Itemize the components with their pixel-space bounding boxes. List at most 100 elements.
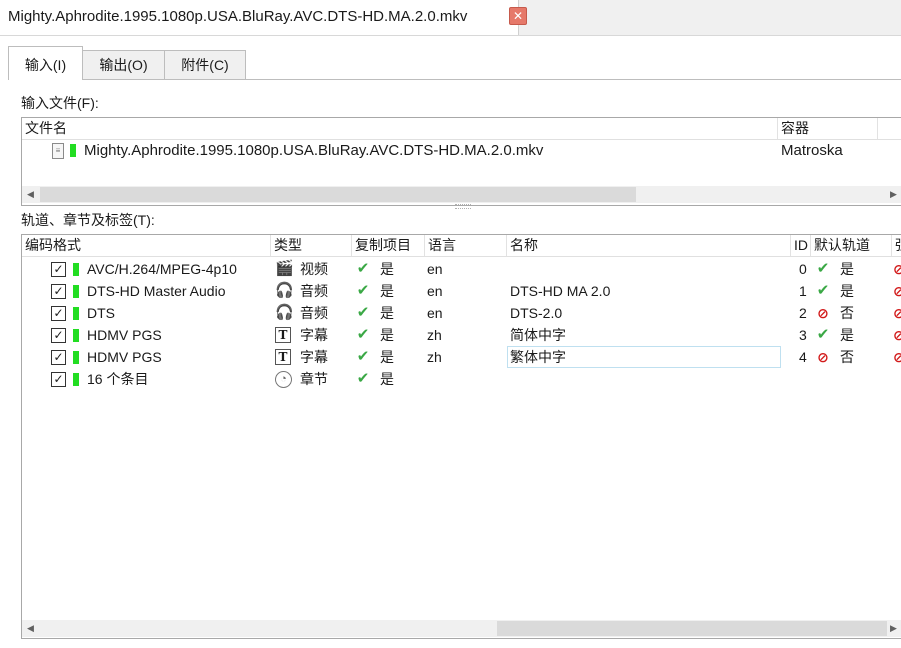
status-indicator: [73, 373, 79, 386]
track-name: DTS-HD MA 2.0: [510, 283, 611, 299]
track-type: 音频: [300, 305, 328, 321]
track-codec: HDMV PGS: [87, 327, 162, 343]
track-id: 3: [799, 327, 807, 343]
status-indicator: [73, 263, 79, 276]
status-indicator: [73, 351, 79, 364]
track-row[interactable]: [22, 368, 900, 390]
prohibited-icon: ⊘: [893, 261, 901, 277]
column-extra[interactable]: [878, 118, 901, 139]
track-codec: 16 个条目: [87, 371, 149, 387]
track-codec: HDMV PGS: [87, 349, 162, 365]
track-default: 否: [840, 349, 854, 365]
check-icon: ✔: [356, 348, 370, 365]
status-indicator: [73, 329, 79, 342]
track-checkbox[interactable]: ✓: [51, 262, 66, 277]
document-tab-title: Mighty.Aphrodite.1995.1080p.USA.BluRay.A…: [8, 8, 468, 25]
tracks-label: 轨道、章节及标签(T):: [21, 212, 155, 228]
track-type: 视频: [300, 261, 328, 277]
track-default: 是: [840, 283, 854, 299]
track-checkbox[interactable]: ✓: [51, 284, 66, 299]
film-icon: 🎬: [275, 260, 294, 277]
scrollbar-thumb[interactable]: [40, 187, 636, 202]
prohibited-icon: ⊘: [817, 305, 829, 321]
track-copy: 是: [380, 327, 394, 343]
check-icon: ✔: [356, 304, 370, 321]
track-codec: DTS: [87, 305, 115, 321]
splitter-grip[interactable]: [455, 204, 471, 209]
track-copy: 是: [380, 349, 394, 365]
scroll-right-icon[interactable]: ▶: [885, 186, 901, 203]
tab-input[interactable]: 输入(I): [8, 46, 83, 81]
check-icon: ✔: [356, 282, 370, 299]
track-codec: AVC/H.264/MPEG-4p10: [87, 261, 237, 277]
track-default: 否: [840, 305, 854, 321]
check-icon: ✔: [356, 260, 370, 277]
file-name: Mighty.Aphrodite.1995.1080p.USA.BluRay.A…: [84, 142, 544, 159]
tab-output-label: 输出(O): [99, 57, 148, 73]
prohibited-icon: ⊘: [817, 349, 829, 365]
track-copy: 是: [380, 283, 394, 299]
file-icon: ≡: [52, 143, 64, 159]
column-name[interactable]: 名称: [507, 235, 791, 256]
track-checkbox[interactable]: ✓: [51, 350, 66, 365]
file-row[interactable]: ≡ Mighty.Aphrodite.1995.1080p.USA.BluRay…: [22, 140, 901, 162]
column-language[interactable]: 语言: [425, 235, 507, 256]
status-indicator: [73, 307, 79, 320]
scrollbar-thumb[interactable]: [497, 621, 887, 636]
check-icon: ✔: [356, 326, 370, 343]
track-type: 字幕: [300, 349, 328, 365]
prohibited-icon: ⊘: [893, 327, 901, 343]
tab-attachments[interactable]: 附件(C): [164, 50, 246, 79]
check-icon: ✔: [816, 326, 830, 343]
track-type: 章节: [300, 371, 328, 387]
track-id: 1: [799, 283, 807, 299]
track-id: 0: [799, 261, 807, 277]
track-name: 简体中字: [510, 327, 566, 343]
track-language: en: [427, 305, 443, 321]
track-copy: 是: [380, 261, 394, 277]
close-icon[interactable]: ✕: [509, 7, 527, 25]
column-id[interactable]: ID: [791, 235, 811, 256]
document-tab[interactable]: Mighty.Aphrodite.1995.1080p.USA.BluRay.A…: [0, 0, 527, 35]
track-copy: 是: [380, 371, 394, 387]
text-icon: T: [275, 349, 291, 365]
track-type: 音频: [300, 283, 328, 299]
input-files-label: 输入文件(F):: [21, 95, 99, 111]
track-checkbox[interactable]: ✓: [51, 306, 66, 321]
track-row[interactable]: [22, 302, 900, 324]
track-name: DTS-2.0: [510, 305, 563, 321]
column-container[interactable]: 容器: [778, 118, 878, 139]
input-files-hscrollbar[interactable]: ◀ ▶: [22, 186, 901, 203]
track-language: en: [427, 261, 443, 277]
column-forced[interactable]: 强: [892, 235, 901, 256]
tab-attachments-label: 附件(C): [181, 57, 229, 73]
input-files-list[interactable]: 文件名 容器 ≡ Mighty.Aphrodite.1995.1080p.USA…: [21, 117, 901, 206]
track-codec: DTS-HD Master Audio: [87, 283, 226, 299]
track-language: en: [427, 283, 443, 299]
track-checkbox[interactable]: ✓: [51, 372, 66, 387]
track-default: 是: [840, 327, 854, 343]
column-default-track[interactable]: 默认轨道: [811, 235, 892, 256]
track-type: 字幕: [300, 327, 328, 343]
column-type[interactable]: 类型: [271, 235, 352, 256]
track-id: 2: [799, 305, 807, 321]
check-icon: ✔: [816, 282, 830, 299]
tracks-hscrollbar[interactable]: ◀ ▶: [22, 620, 901, 637]
column-filename[interactable]: 文件名: [22, 118, 778, 139]
scroll-left-icon[interactable]: ◀: [22, 620, 39, 637]
scroll-left-icon[interactable]: ◀: [22, 186, 39, 203]
input-files-header: 文件名 容器: [22, 118, 901, 140]
text-icon: T: [275, 327, 291, 343]
headphones-icon: 🎧: [275, 304, 294, 321]
tracks-header: 编码格式 类型 复制项目 语言 名称 ID 默认轨道 强: [22, 235, 901, 257]
headphones-icon: 🎧: [275, 282, 294, 299]
check-icon: ✔: [816, 260, 830, 277]
tab-output[interactable]: 输出(O): [82, 50, 165, 79]
tab-input-label: 输入(I): [24, 57, 67, 73]
track-language: zh: [427, 349, 442, 365]
clock-icon: ◔: [275, 371, 292, 388]
column-codec[interactable]: 编码格式: [22, 235, 271, 256]
track-checkbox[interactable]: ✓: [51, 328, 66, 343]
scroll-right-icon[interactable]: ▶: [885, 620, 901, 637]
column-copy[interactable]: 复制项目: [352, 235, 425, 256]
